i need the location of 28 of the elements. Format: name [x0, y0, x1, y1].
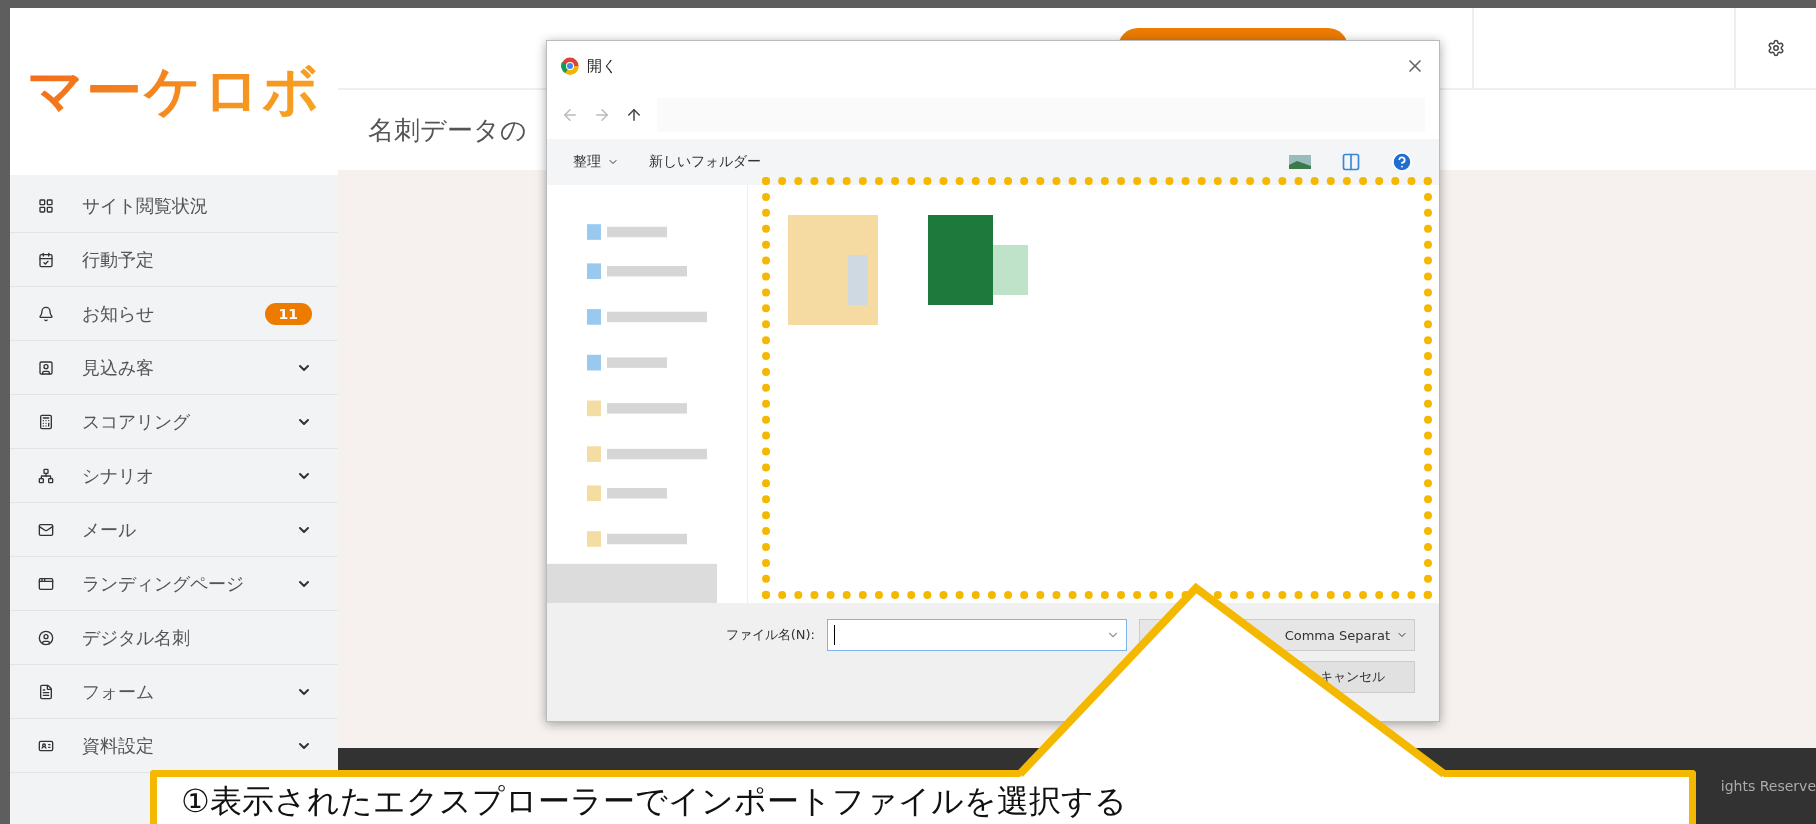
menu-item-icon — [38, 305, 54, 322]
forward-icon[interactable] — [593, 106, 611, 124]
menu-item-icon — [38, 359, 54, 376]
menu-item-icon — [38, 467, 54, 484]
page-title: 名刺データの — [368, 113, 527, 147]
settings-icon[interactable] — [1767, 39, 1785, 57]
callout-text: ①表示されたエクスプローラーでインポートファイルを選択する — [181, 781, 1127, 821]
new-folder-button[interactable]: 新しいフォルダー — [649, 153, 761, 171]
organize-button[interactable]: 整理 — [573, 153, 619, 171]
help-icon[interactable] — [1391, 151, 1413, 173]
menu-item-icon — [38, 197, 54, 214]
menu-item-icon — [38, 575, 54, 592]
copyright-text: ights Reserve — [1720, 778, 1816, 794]
sidebar-item[interactable]: お知らせ 11 — [10, 287, 338, 341]
menu-item-icon — [38, 629, 54, 646]
menu-item-icon — [38, 521, 54, 538]
notification-count: 11 — [264, 302, 312, 325]
menu-item-icon — [38, 683, 54, 700]
browser-icon — [561, 57, 579, 75]
back-icon[interactable] — [561, 106, 579, 124]
preview-pane-icon[interactable] — [1341, 152, 1361, 172]
filename-field[interactable] — [827, 619, 1127, 651]
menu-item-icon — [38, 413, 54, 430]
dialog-title: 開く — [587, 56, 617, 76]
filename-label: ファイル名(N): — [725, 626, 815, 644]
view-icon[interactable] — [1289, 155, 1311, 169]
menu-item-icon — [38, 251, 54, 268]
up-icon[interactable] — [625, 106, 643, 124]
